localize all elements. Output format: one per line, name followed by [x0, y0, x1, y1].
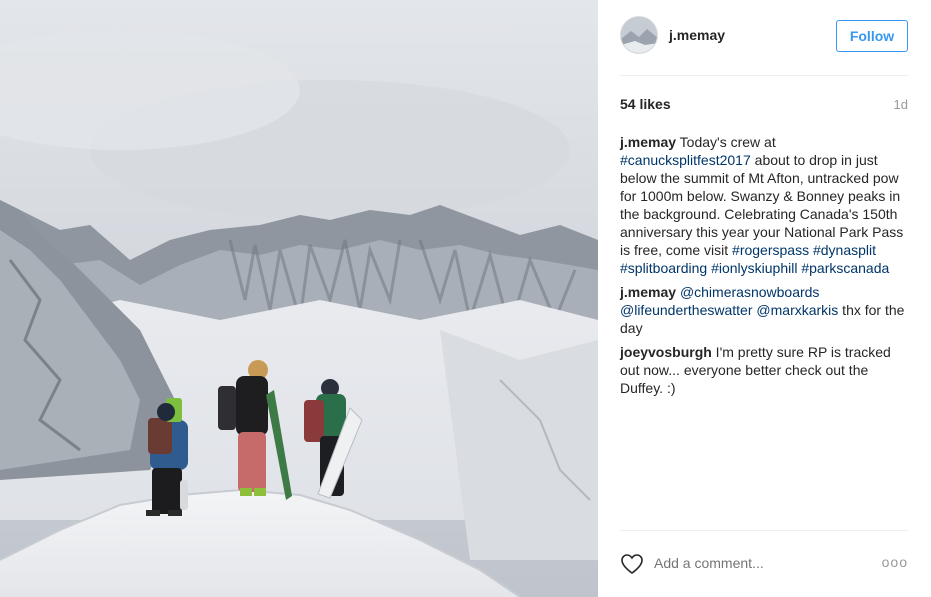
comment-list: j.memay Today's crew at #canucksplitfest…	[620, 133, 908, 403]
hashtag-or-mention-link[interactable]: #parkscanada	[801, 260, 889, 276]
hashtag-or-mention-link[interactable]: @chimerasnowboards	[680, 284, 820, 300]
post-age[interactable]: 1d	[894, 97, 908, 112]
comment-author[interactable]: j.memay	[620, 134, 676, 150]
hashtag-or-mention-link[interactable]: @lifeundertheswatter	[620, 302, 753, 318]
hashtag-or-mention-link[interactable]: @marxkarkis	[756, 302, 838, 318]
avatar[interactable]	[620, 16, 658, 54]
comment: j.memay Today's crew at #canucksplitfest…	[620, 133, 908, 277]
post-photo[interactable]	[0, 0, 598, 597]
comment: j.memay @chimerasnowboards @lifeunderthe…	[620, 283, 908, 337]
post-header: j.memay Follow	[620, 16, 908, 76]
likes-count[interactable]: 54 likes	[620, 96, 671, 112]
comment-author[interactable]: joeyvosburgh	[620, 344, 712, 360]
heart-icon[interactable]	[620, 553, 644, 575]
hashtag-or-mention-link[interactable]: #ionlyskiuphill	[711, 260, 797, 276]
comment-footer: ooo	[620, 530, 908, 597]
hashtag-or-mention-link[interactable]: #dynasplit	[813, 242, 876, 258]
comment-text: Today's crew at	[676, 134, 776, 150]
comment-author[interactable]: j.memay	[620, 284, 676, 300]
comment: joeyvosburgh I'm pretty sure RP is track…	[620, 343, 908, 397]
post-username[interactable]: j.memay	[669, 27, 725, 43]
post-stats: 54 likes 1d	[620, 96, 908, 116]
follow-button[interactable]: Follow	[836, 20, 908, 52]
hashtag-or-mention-link[interactable]: #rogerspass	[732, 242, 809, 258]
post-sidebar: j.memay Follow 54 likes 1d j.memay Today…	[598, 0, 931, 597]
more-options-icon[interactable]: ooo	[882, 554, 908, 570]
add-comment-input[interactable]	[654, 555, 864, 571]
hashtag-or-mention-link[interactable]: #splitboarding	[620, 260, 707, 276]
hashtag-or-mention-link[interactable]: #canucksplitfest2017	[620, 152, 751, 168]
